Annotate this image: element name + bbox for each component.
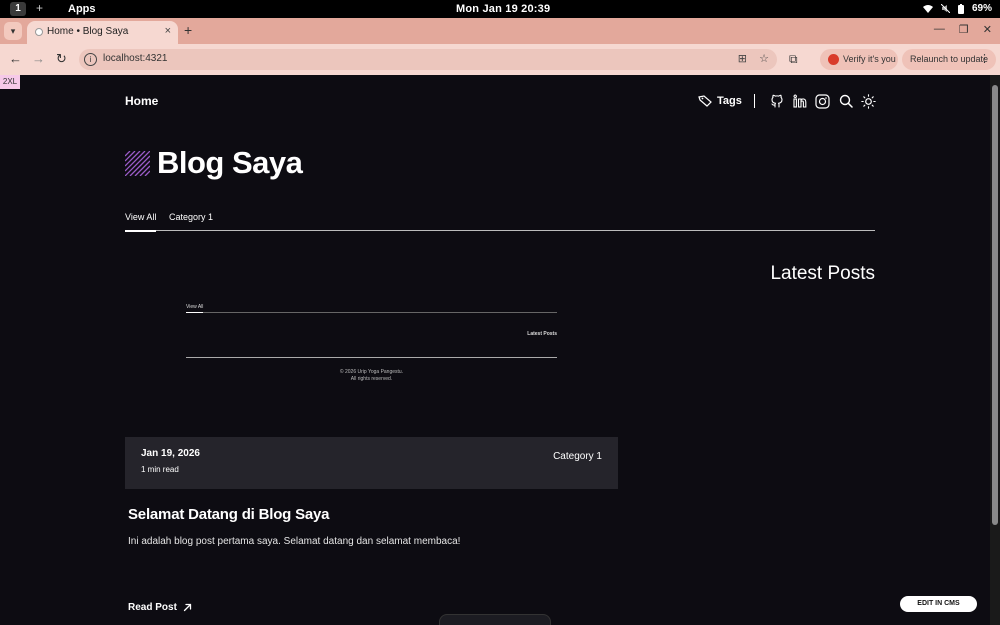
active-tab-indicator: [125, 230, 156, 232]
scrollbar-thumb[interactable]: [992, 85, 998, 525]
tab-category-1[interactable]: Category 1: [169, 212, 213, 222]
tags-link[interactable]: Tags: [698, 95, 742, 107]
minimize-icon[interactable]: —: [934, 23, 945, 36]
linkedin-icon[interactable]: [792, 93, 808, 109]
tags-label: Tags: [717, 95, 742, 107]
verify-profile-button[interactable]: Verify it's you: [820, 49, 898, 70]
browser-toolbar: ← → ↻ i localhost:4321 ⊞ ☆ ⧉ Verify it's…: [0, 44, 1000, 75]
verify-label: Verify it's you: [843, 54, 896, 64]
os-top-bar: 1 + Apps Mon Jan 19 20:39 69%: [0, 0, 1000, 18]
page-viewport: 2XL Home Tags Blog Saya View All Categor…: [0, 75, 990, 625]
thumb-copyright: © 2026 Urip Yoga Pangestu.: [339, 369, 404, 375]
post-description: Ini adalah blog post pertama saya. Selam…: [128, 536, 461, 547]
workspace-indicator[interactable]: 1: [10, 2, 26, 16]
edit-in-cms-button[interactable]: EDIT IN CMS: [900, 596, 977, 612]
address-bar[interactable]: i localhost:4321 ⊞ ☆: [79, 49, 777, 70]
relaunch-update-button[interactable]: Relaunch to update ⋮: [902, 49, 996, 70]
post-meta-card: Jan 19, 2026 1 min read Category 1: [125, 437, 618, 489]
thumb-active-line: [186, 312, 203, 313]
close-window-icon[interactable]: ✕: [983, 23, 992, 36]
tab-view-all[interactable]: View All: [125, 212, 156, 222]
search-icon[interactable]: [838, 93, 854, 109]
more-menu-icon[interactable]: ⋮: [979, 52, 990, 65]
tag-icon: [698, 95, 712, 107]
system-tray: 69%: [922, 3, 992, 14]
header-divider: [753, 94, 755, 108]
decorative-stripes-icon: [125, 150, 150, 176]
thumb-latest-posts: Latest Posts: [527, 331, 557, 337]
add-workspace-icon[interactable]: +: [36, 1, 43, 15]
forward-icon[interactable]: →: [32, 51, 45, 66]
new-tab-button[interactable]: +: [184, 22, 192, 38]
profile-avatar-icon: [828, 54, 839, 65]
read-post-link[interactable]: Read Post: [128, 602, 192, 613]
tab-search-button[interactable]: ▾: [4, 22, 22, 40]
clock[interactable]: Mon Jan 19 20:39: [456, 3, 550, 15]
breakpoint-badge: 2XL: [0, 75, 20, 89]
translate-icon[interactable]: ⊞: [738, 52, 747, 65]
home-link[interactable]: Home: [125, 94, 158, 108]
battery-icon[interactable]: [957, 3, 964, 14]
instagram-icon[interactable]: [815, 93, 831, 109]
post-thumbnail-image[interactable]: View All Latest Posts © 2026 Urip Yoga P…: [186, 304, 557, 389]
tab-title: Home • Blog Saya: [47, 26, 129, 37]
close-tab-icon[interactable]: ×: [165, 25, 171, 37]
post-read-time: 1 min read: [141, 465, 179, 474]
favicon-icon: [35, 28, 43, 36]
restore-icon[interactable]: ❐: [959, 23, 969, 36]
post-date: Jan 19, 2026: [141, 448, 200, 459]
hero: Blog Saya: [125, 145, 303, 181]
site-info-icon[interactable]: i: [84, 53, 97, 66]
battery-percentage: 69%: [971, 3, 992, 14]
wifi-icon[interactable]: [922, 4, 933, 13]
bookmark-star-icon[interactable]: ☆: [759, 52, 769, 65]
dev-toolbar[interactable]: [439, 614, 551, 625]
thumb-divider: [186, 312, 557, 313]
thumb-rights: All rights reserved.: [350, 376, 393, 382]
read-post-label: Read Post: [128, 602, 177, 613]
github-icon[interactable]: [769, 93, 785, 109]
header-actions: Tags: [698, 92, 884, 110]
apps-menu[interactable]: Apps: [68, 3, 96, 15]
arrow-up-right-icon: [183, 603, 192, 612]
post-title[interactable]: Selamat Datang di Blog Saya: [128, 506, 330, 523]
thumb-view-all: View All: [186, 304, 204, 310]
category-tabs: View All Category 1: [125, 211, 875, 232]
post-category[interactable]: Category 1: [553, 451, 602, 462]
back-icon[interactable]: ←: [9, 51, 22, 66]
page-title: Blog Saya: [157, 145, 303, 180]
browser-tab-strip: ▾ Home • Blog Saya × + — ❐ ✕: [0, 18, 1000, 44]
url-text[interactable]: localhost:4321: [103, 53, 168, 64]
reload-icon[interactable]: ↻: [56, 51, 67, 67]
thumb-footer-divider: [186, 357, 557, 358]
browser-tab-home[interactable]: Home • Blog Saya ×: [27, 21, 178, 44]
latest-posts-heading: Latest Posts: [770, 263, 875, 284]
theme-toggle-sun-icon[interactable]: [861, 93, 877, 109]
extensions-puzzle-icon[interactable]: ⧉: [789, 52, 798, 67]
window-controls: — ❐ ✕: [934, 23, 992, 36]
relaunch-label: Relaunch to update: [910, 54, 989, 64]
mute-icon[interactable]: [940, 4, 950, 13]
page-scrollbar[interactable]: [990, 75, 1000, 625]
